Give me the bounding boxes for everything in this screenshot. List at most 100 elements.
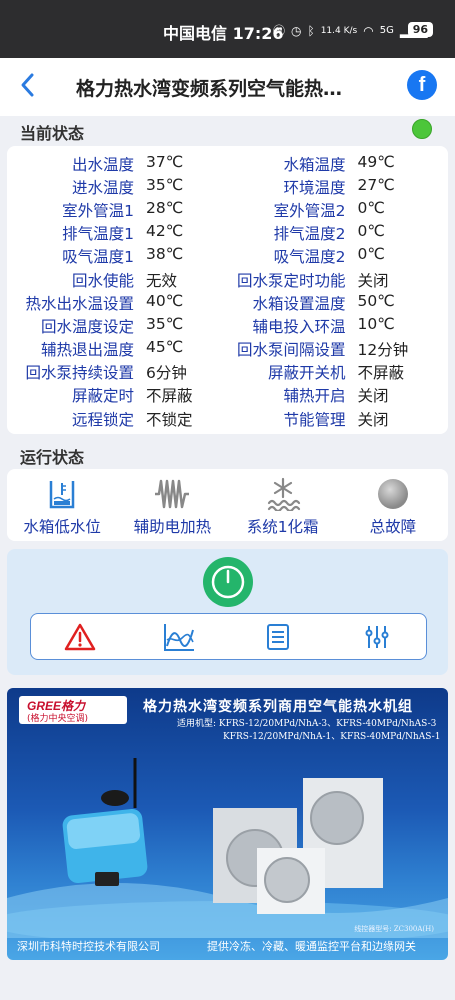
status-row: 回水泵持续设置 6分钟 屏蔽开关机 不屏蔽: [7, 361, 448, 384]
power-icon: [211, 565, 245, 599]
status-value: 42℃: [146, 222, 184, 241]
status-label: 回水温度设定: [40, 317, 134, 336]
status-row: 进水温度 35℃ 环境温度 27℃: [7, 175, 448, 198]
status-cell: 出水温度 37℃: [7, 153, 228, 175]
banner-slogan: 提供冷冻、冷藏、暖通监控平台和边缘网关: [207, 940, 416, 953]
status-value: 27℃: [357, 175, 395, 194]
app-header: 格力热水湾变频系列空气能热… f: [0, 58, 455, 116]
status-label: 排气温度1: [62, 225, 134, 244]
banner-title: 格力热水湾变频系列商用空气能热水机组: [143, 699, 413, 715]
status-value: 10℃: [357, 314, 395, 333]
status-label: 室外管温1: [62, 201, 134, 220]
wifi-icon: ◠: [363, 23, 374, 38]
alarm-button[interactable]: [31, 614, 130, 659]
power-button[interactable]: [203, 557, 253, 607]
status-value: 0℃: [357, 222, 385, 241]
status-label: 远程锁定: [71, 410, 134, 429]
defrost-icon: [267, 477, 300, 511]
status-label: 水箱设置温度: [252, 294, 346, 313]
list-icon: [266, 623, 289, 650]
status-cell: 节能管理 关闭: [228, 408, 449, 430]
status-label: 热水出水温设置: [25, 294, 134, 313]
status-cell: 屏蔽开关机 不屏蔽: [228, 361, 449, 383]
status-label: 水箱温度: [283, 155, 346, 174]
status-row: 回水使能 无效 回水泵定时功能 关闭: [7, 268, 448, 291]
system-status-bar: 中国电信 17:26 Ⓝ ◷ ᛒ 11.4 K/s ◠ 5G ▂▄▆ 96: [0, 0, 455, 58]
status-cell: 回水泵间隔设置 12分钟: [228, 338, 449, 360]
status-value: 关闭: [357, 271, 389, 290]
status-row: 吸气温度1 38℃ 吸气温度2 0℃: [7, 245, 448, 268]
bluetooth-icon: ᛒ: [307, 23, 315, 38]
nfc-icon: Ⓝ: [273, 24, 286, 38]
status-value: 不屏蔽: [146, 387, 193, 406]
gree-logo: GREE格力 (格力中央空调): [19, 696, 127, 724]
status-label: 排气温度2: [273, 225, 346, 244]
status-cell: 回水泵定时功能 关闭: [228, 269, 449, 291]
banner-models: 适用机型: KFRS-12/20MPd/NhA-3、KFRS-40MPd/NhA…: [177, 718, 441, 744]
status-value: 12分钟: [357, 341, 409, 360]
run-label-low-water: 水箱低水位: [23, 518, 101, 536]
status-value: 关闭: [357, 410, 389, 429]
status-value: 49℃: [357, 152, 395, 171]
run-item-fault[interactable]: 总故障: [338, 469, 448, 541]
run-item-defrost[interactable]: 系统1化霜: [228, 469, 338, 541]
status-label: 吸气温度1: [62, 248, 134, 267]
logo-sub: (格力中央空调): [27, 714, 89, 724]
facebook-icon[interactable]: f: [407, 70, 437, 100]
run-label-fault: 总故障: [369, 518, 417, 536]
status-label: 回水泵持续设置: [25, 364, 134, 383]
status-row: 热水出水温设置 40℃ 水箱设置温度 50℃: [7, 291, 448, 314]
status-label: 环境温度: [283, 178, 346, 197]
net-speed: 11.4 K/s: [320, 25, 358, 36]
status-cell: 水箱温度 49℃: [228, 153, 449, 175]
status-label: 回水泵定时功能: [236, 271, 346, 290]
status-label: 出水温度: [71, 155, 134, 174]
status-row: 辅热退出温度 45℃ 回水泵间隔设置 12分钟: [7, 338, 448, 361]
current-status-card: 出水温度 37℃ 水箱温度 49℃ 进水温度 35℃ 环境温度 27℃ 室外管温1 28℃ 室外管温…: [7, 146, 448, 434]
status-value: 0℃: [357, 245, 385, 264]
status-value: 45℃: [146, 338, 184, 357]
page-title: 格力热水湾变频系列空气能热…: [76, 78, 343, 100]
settings-sliders-icon: [365, 625, 389, 648]
status-cell: 回水温度设定 35℃: [7, 315, 228, 337]
status-cell: 排气温度1 42℃: [7, 222, 228, 244]
status-cell: 环境温度 27℃: [228, 176, 449, 198]
battery-icon: 96: [407, 22, 433, 37]
run-item-low-water[interactable]: 水箱低水位: [7, 469, 117, 541]
chart-button[interactable]: [130, 614, 229, 659]
status-value: 35℃: [146, 175, 184, 194]
network-type: 5G: [379, 25, 394, 36]
running-status-title: 运行状态: [20, 448, 85, 467]
run-item-electric-heater[interactable]: 辅助电加热: [117, 469, 227, 541]
product-banner[interactable]: GREE格力 (格力中央空调) 格力热水湾变频系列商用空气能热水机组 适用机型:…: [7, 688, 448, 960]
status-cell: 室外管温2 0℃: [228, 199, 449, 221]
status-label: 室外管温2: [273, 201, 346, 220]
status-cell: 室外管温1 28℃: [7, 199, 228, 221]
status-cell: 屏蔽定时 不屏蔽: [7, 384, 228, 406]
chart-icon: [164, 623, 195, 651]
controller-model: 线控器型号: ZC300A(H): [354, 925, 434, 933]
status-label: 进水温度: [71, 178, 134, 197]
electric-heater-icon: [155, 479, 190, 509]
status-label: 辅电投入环温: [252, 317, 346, 336]
list-button[interactable]: [229, 614, 328, 659]
status-row: 出水温度 37℃ 水箱温度 49℃: [7, 152, 448, 175]
status-row: 屏蔽定时 不屏蔽 辅热开启 关闭: [7, 384, 448, 407]
toolbar: [30, 613, 427, 660]
carrier-time: 中国电信 17:26: [163, 24, 284, 43]
online-status-indicator: [412, 119, 432, 139]
status-cell: 远程锁定 不锁定: [7, 408, 228, 430]
back-button[interactable]: [18, 70, 48, 102]
status-cell: 热水出水温设置 40℃: [7, 292, 228, 314]
status-value: 28℃: [146, 198, 184, 217]
status-cell: 辅热退出温度 45℃: [7, 338, 228, 360]
models-line-2: KFRS-12/20MPd/NhA-1、KFRS-40MPd/NhAS-1: [223, 732, 441, 742]
banner-footer: 深圳市科特时控技术有限公司 提供冷冻、冷藏、暖通监控平台和边缘网关: [17, 938, 416, 954]
alarm-icon: [65, 623, 96, 650]
status-value: 6分钟: [146, 364, 187, 383]
status-label: 辅热开启: [283, 387, 346, 406]
status-label: 节能管理: [283, 410, 346, 429]
status-cell: 回水泵持续设置 6分钟: [7, 361, 228, 383]
settings-button[interactable]: [327, 614, 426, 659]
status-label: 吸气温度2: [273, 248, 346, 267]
